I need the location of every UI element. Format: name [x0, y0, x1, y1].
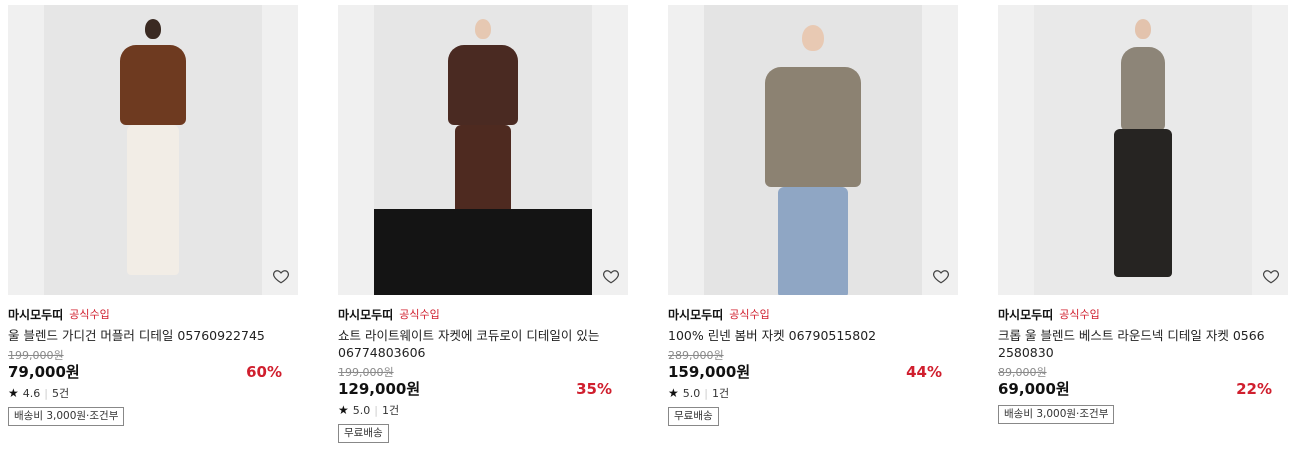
original-price: 199,000원: [338, 366, 394, 379]
model-head: [475, 19, 491, 39]
model-bottom: [1114, 129, 1172, 277]
model-top: [120, 45, 186, 125]
original-price: 89,000원: [998, 366, 1047, 379]
product-image[interactable]: [338, 5, 628, 295]
product-title[interactable]: 쇼트 라이트웨이트 자켓에 코듀로이 디테일이 있는 06774803606: [338, 327, 628, 361]
price-row: 129,000원 35%: [338, 379, 628, 399]
heart-icon[interactable]: [602, 267, 620, 285]
rating-value: 5.0: [682, 386, 701, 400]
model-photo: [44, 5, 262, 295]
divider: |: [44, 386, 48, 400]
model-head: [802, 25, 824, 51]
product-title[interactable]: 울 블렌드 가디건 머플러 디테일 05760922745: [8, 327, 298, 344]
model-head: [145, 19, 161, 39]
shipping-badge: 무료배송: [338, 424, 389, 443]
price-row: 159,000원 44%: [668, 362, 958, 382]
original-price: 199,000원: [8, 349, 64, 362]
heart-icon[interactable]: [932, 267, 950, 285]
product-card[interactable]: 마시모두띠 공식수입 크롭 울 블렌드 베스트 라운드넥 디테일 자켓 0566…: [998, 5, 1288, 424]
model-top: [765, 67, 861, 187]
price-row: 79,000원 60%: [8, 362, 298, 382]
sale-price: 129,000원: [338, 380, 421, 398]
brand-name[interactable]: 마시모두띠: [338, 306, 393, 323]
official-import-badge: 공식수입: [1059, 308, 1100, 321]
product-image[interactable]: [8, 5, 298, 295]
divider: |: [374, 403, 378, 417]
official-import-badge: 공식수입: [729, 308, 770, 321]
sale-price: 159,000원: [668, 363, 751, 381]
official-import-badge: 공식수입: [399, 308, 440, 321]
product-image[interactable]: [998, 5, 1288, 295]
original-price: 289,000원: [668, 349, 724, 362]
star-icon: ★: [668, 386, 679, 400]
product-title[interactable]: 크롭 울 블렌드 베스트 라운드넥 디테일 자켓 0566 2580830: [998, 327, 1288, 361]
model-photo: [704, 5, 922, 295]
discount-rate: 60%: [246, 363, 282, 381]
star-icon: ★: [338, 403, 349, 417]
product-title[interactable]: 100% 린넨 봄버 자켓 06790515802: [668, 327, 958, 344]
rating-value: 5.0: [352, 403, 371, 417]
brand-name[interactable]: 마시모두띠: [8, 306, 63, 323]
product-card[interactable]: 마시모두띠 공식수입 울 블렌드 가디건 머플러 디테일 05760922745…: [8, 5, 298, 426]
product-grid: 마시모두띠 공식수입 울 블렌드 가디건 머플러 디테일 05760922745…: [0, 0, 1308, 468]
discount-rate: 35%: [576, 380, 612, 398]
model-bottom: [778, 187, 848, 295]
runway-floor-bg: [374, 209, 592, 295]
review-count: 5건: [51, 387, 70, 400]
model-head: [1135, 19, 1151, 39]
shipping-badge: 무료배송: [668, 407, 719, 426]
official-import-badge: 공식수입: [69, 308, 110, 321]
product-image[interactable]: [668, 5, 958, 295]
review-count: 1건: [711, 387, 730, 400]
discount-rate: 22%: [1236, 380, 1272, 398]
price-row: 69,000원 22%: [998, 379, 1288, 399]
brand-name[interactable]: 마시모두띠: [998, 306, 1053, 323]
rating-row: ★ 4.6 | 5건: [8, 385, 298, 401]
shipping-badge: 배송비 3,000원·조건부: [8, 407, 125, 426]
model-photo: [1034, 5, 1252, 295]
star-icon: ★: [8, 386, 19, 400]
rating-row: ★ 5.0 | 1건: [668, 385, 958, 401]
model-top: [448, 45, 518, 125]
discount-rate: 44%: [906, 363, 942, 381]
brand-row: 마시모두띠 공식수입: [8, 305, 298, 323]
shipping-badge: 배송비 3,000원·조건부: [998, 405, 1115, 424]
product-card[interactable]: 마시모두띠 공식수입 100% 린넨 봄버 자켓 06790515802 289…: [668, 5, 958, 426]
brand-row: 마시모두띠 공식수입: [338, 305, 628, 323]
model-top: [1121, 47, 1165, 131]
sale-price: 79,000원: [8, 363, 80, 381]
brand-row: 마시모두띠 공식수입: [668, 305, 958, 323]
brand-name[interactable]: 마시모두띠: [668, 306, 723, 323]
model-bottom: [127, 125, 179, 275]
brand-row: 마시모두띠 공식수입: [998, 305, 1288, 323]
heart-icon[interactable]: [1262, 267, 1280, 285]
sale-price: 69,000원: [998, 380, 1070, 398]
divider: |: [704, 386, 708, 400]
review-count: 1건: [381, 404, 400, 417]
rating-value: 4.6: [22, 386, 41, 400]
product-card[interactable]: 마시모두띠 공식수입 쇼트 라이트웨이트 자켓에 코듀로이 디테일이 있는 06…: [338, 5, 628, 443]
heart-icon[interactable]: [272, 267, 290, 285]
rating-row: ★ 5.0 | 1건: [338, 402, 628, 418]
